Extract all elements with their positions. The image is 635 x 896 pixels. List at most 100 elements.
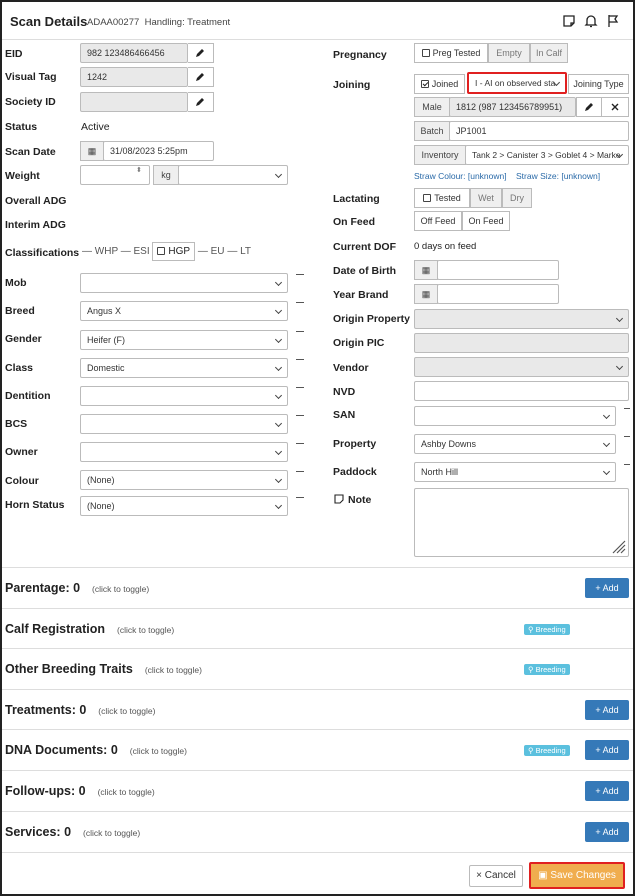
- section-title: DNA Documents: 0 (click to toggle): [5, 743, 187, 757]
- origin-pic-field[interactable]: [414, 333, 629, 353]
- classification-esi[interactable]: ESI: [134, 246, 150, 257]
- in-calf-button[interactable]: In Calf: [530, 43, 568, 63]
- date-of-birth-label: Date of Birth: [333, 265, 396, 277]
- visual-tag-field[interactable]: 1242: [80, 67, 188, 87]
- flag-icon[interactable]: [606, 14, 620, 28]
- scan-date-field[interactable]: 31/08/2023 5:25pm: [103, 141, 214, 161]
- dash: [624, 464, 630, 465]
- calendar-icon[interactable]: ▦: [414, 284, 438, 304]
- male-edit-button[interactable]: [576, 97, 602, 117]
- section-parentage[interactable]: Parentage: 0 (click to toggle) + Add: [2, 567, 633, 608]
- add-treatment-button[interactable]: + Add: [585, 700, 629, 720]
- breed-label: Breed: [5, 305, 35, 317]
- inventory-addon: Inventory: [414, 145, 466, 165]
- joining-method-select[interactable]: I - AI on observed sta: [467, 72, 567, 94]
- section-services[interactable]: Services: 0 (click to toggle) + Add: [2, 811, 633, 852]
- checkbox-icon: [423, 194, 432, 202]
- eid-field[interactable]: 982 123486466456: [80, 43, 188, 63]
- eid-label: EID: [5, 48, 23, 60]
- male-clear-button[interactable]: [602, 97, 629, 117]
- add-follow-up-button[interactable]: + Add: [585, 781, 629, 801]
- bcs-select[interactable]: [80, 414, 288, 434]
- add-parentage-button[interactable]: + Add: [585, 578, 629, 598]
- off-feed-button[interactable]: Off Feed: [414, 211, 462, 231]
- origin-property-select[interactable]: [414, 309, 629, 329]
- preg-tested-button[interactable]: Preg Tested: [414, 43, 488, 63]
- straw-colour-link[interactable]: Straw Colour: [unknown]: [414, 171, 507, 181]
- section-follow-ups[interactable]: Follow-ups: 0 (click to toggle) + Add: [2, 770, 633, 811]
- stepper-icon[interactable]: ⬍: [136, 166, 142, 174]
- calendar-icon[interactable]: ▦: [80, 141, 104, 161]
- wet-button[interactable]: Wet: [470, 188, 502, 208]
- classification-hgp[interactable]: HGP: [152, 242, 196, 261]
- visual-tag-edit-button[interactable]: [188, 67, 214, 87]
- pencil-icon: [196, 73, 204, 81]
- society-id-label: Society ID: [5, 96, 56, 108]
- save-changes-button[interactable]: ▣ Save Changes: [529, 862, 625, 889]
- straw-size-link[interactable]: Straw Size: [unknown]: [516, 171, 600, 181]
- property-select[interactable]: Ashby Downs: [414, 434, 616, 454]
- section-dna-documents[interactable]: DNA Documents: 0 (click to toggle) ⚲ Bree…: [2, 729, 633, 770]
- male-field[interactable]: 1812 (987 123456789951): [449, 97, 576, 117]
- on-feed-button[interactable]: On Feed: [462, 211, 510, 231]
- breeding-badge: ⚲ Breeding: [524, 624, 570, 635]
- section-calf-registration[interactable]: Calf Registration (click to toggle) ⚲ Bre…: [2, 608, 633, 649]
- date-of-birth-field[interactable]: [437, 260, 559, 280]
- classification-eu[interactable]: EU: [211, 246, 225, 257]
- current-dof-label: Current DOF: [333, 241, 396, 253]
- paddock-select[interactable]: North Hill: [414, 462, 616, 482]
- calendar-icon[interactable]: ▦: [414, 260, 438, 280]
- status-value: Active: [81, 121, 110, 133]
- year-brand-label: Year Brand: [333, 289, 389, 301]
- dry-button[interactable]: Dry: [502, 188, 532, 208]
- on-feed-label: On Feed: [333, 216, 376, 228]
- dash: [296, 302, 304, 303]
- joined-checkbox[interactable]: Joined: [414, 74, 465, 94]
- eid-edit-button[interactable]: [188, 43, 214, 63]
- weight-unit-select[interactable]: [178, 165, 288, 185]
- vendor-select[interactable]: [414, 357, 629, 377]
- mob-select[interactable]: [80, 273, 288, 293]
- society-id-field[interactable]: [80, 92, 188, 112]
- empty-button[interactable]: Empty: [488, 43, 530, 63]
- classification-whp[interactable]: WHP: [95, 246, 118, 257]
- batch-field[interactable]: JP1001: [449, 121, 629, 141]
- classifications-label: Classifications: [5, 247, 80, 259]
- note-textarea[interactable]: [414, 488, 629, 557]
- horn-status-label: Horn Status: [5, 499, 65, 511]
- dash: [296, 497, 304, 498]
- resize-handle-icon[interactable]: [608, 536, 626, 554]
- add-dna-document-button[interactable]: + Add: [585, 740, 629, 760]
- colour-select[interactable]: (None): [80, 470, 288, 490]
- nvd-field[interactable]: [414, 381, 629, 401]
- animal-id: ADAA00277 Handling: Treatment: [87, 17, 231, 28]
- tested-button[interactable]: Tested: [414, 188, 470, 208]
- gender-select[interactable]: Heifer (F): [80, 330, 288, 350]
- breed-select[interactable]: Angus X: [80, 301, 288, 321]
- note-label: Note: [348, 494, 372, 506]
- weight-unit: kg: [153, 165, 179, 185]
- dentition-select[interactable]: [80, 386, 288, 406]
- section-title: Treatments: 0 (click to toggle): [5, 703, 156, 717]
- add-service-button[interactable]: + Add: [585, 822, 629, 842]
- dash: [296, 443, 304, 444]
- visual-tag-label: Visual Tag: [5, 71, 57, 83]
- section-treatments[interactable]: Treatments: 0 (click to toggle) + Add: [2, 689, 633, 730]
- bell-icon[interactable]: [584, 14, 598, 28]
- horn-status-select[interactable]: (None): [80, 496, 288, 516]
- section-other-breeding-traits[interactable]: Other Breeding Traits (click to toggle) ⚲…: [2, 648, 633, 689]
- owner-label: Owner: [5, 446, 38, 458]
- san-select[interactable]: [414, 406, 616, 426]
- san-label: SAN: [333, 409, 356, 421]
- class-select[interactable]: Domestic: [80, 358, 288, 378]
- year-brand-field[interactable]: [437, 284, 559, 304]
- classification-lt[interactable]: LT: [240, 246, 251, 257]
- cancel-button[interactable]: × Cancel: [469, 865, 523, 887]
- classifications-group: — WHP — ESI HGP — EU — LT: [82, 242, 251, 262]
- joining-type-button[interactable]: Joining Type: [568, 74, 629, 94]
- note-icon[interactable]: [562, 14, 576, 28]
- inventory-select[interactable]: Tank 2 > Canister 3 > Goblet 4 > Marke: [465, 145, 629, 165]
- society-id-edit-button[interactable]: [188, 92, 214, 112]
- owner-select[interactable]: [80, 442, 288, 462]
- origin-pic-label: Origin PIC: [333, 337, 385, 349]
